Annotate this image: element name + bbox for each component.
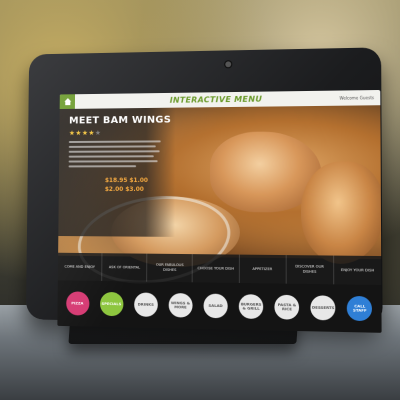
tablet-device: INTERACTIVE MENU Welcome Guests MEET BAM… (25, 47, 383, 333)
description-line (68, 160, 158, 163)
category-label: Specials (101, 300, 122, 306)
category-button-pasta[interactable]: Pasta & rice (274, 294, 300, 320)
category-button-wings[interactable]: Wings & more (168, 293, 193, 318)
menu-item-label: Appetizer (252, 266, 273, 271)
call-staff-button[interactable]: Call staff (347, 295, 373, 322)
category-label: Drinks (137, 301, 154, 307)
category-button-specials[interactable]: Specials (99, 291, 124, 317)
tablet-screen: INTERACTIVE MENU Welcome Guests MEET BAM… (57, 89, 382, 333)
menu-item-label: Come and enjoy (64, 264, 96, 269)
page-title: INTERACTIVE MENU (169, 94, 263, 105)
description-line (68, 140, 161, 143)
menu-item[interactable]: Appetizer (239, 254, 287, 284)
category-label: Desserts (311, 304, 335, 310)
menu-item[interactable]: Come and enjoy (57, 252, 103, 281)
category-label: Salad (208, 302, 223, 308)
category-label: Call staff (352, 302, 367, 313)
description-line (68, 150, 160, 153)
house-icon (63, 98, 71, 106)
menu-item-label: Our fabulous dishes (155, 262, 184, 273)
menu-item-label: Discover our dishes (295, 264, 324, 274)
price-line: $18.95 $1.00 (104, 177, 148, 185)
dish-title: MEET BAM WINGS (68, 114, 172, 127)
category-button-desserts[interactable]: Desserts (310, 295, 336, 321)
description-line (68, 165, 137, 168)
menu-item[interactable]: Ask of oriental (102, 253, 148, 282)
menu-item-label: Ask of oriental (108, 264, 141, 270)
category-button-salad[interactable]: Salad (203, 293, 228, 319)
menu-item[interactable]: Choose your dish (193, 254, 240, 283)
menu-item-label: Enjoy your dish (340, 267, 375, 272)
category-label: Wings & more (170, 299, 191, 310)
category-buttons: Pizza Specials Drinks Wings & more Salad… (57, 280, 382, 333)
description-line (68, 155, 154, 158)
menu-item[interactable]: Enjoy your dish (334, 256, 381, 285)
category-button-pizza[interactable]: Pizza (65, 291, 90, 316)
camera-icon (225, 61, 232, 68)
home-icon[interactable] (59, 94, 76, 110)
food-photo-detail (300, 161, 382, 265)
star-rating: ★★★★★ (69, 129, 102, 137)
category-label: Pizza (71, 300, 84, 306)
menu-item-label: Choose your dish (197, 265, 235, 271)
restaurant-scene: INTERACTIVE MENU Welcome Guests MEET BAM… (0, 0, 400, 400)
category-label: Pasta & rice (277, 301, 297, 312)
category-button-burgers[interactable]: Burgers & grill (238, 294, 264, 320)
menu-item[interactable]: Discover our dishes (286, 255, 335, 285)
price-line: $2.00 $3.00 (104, 186, 144, 193)
category-button-drinks[interactable]: Drinks (133, 292, 158, 317)
menu-item[interactable]: Our fabulous dishes (147, 253, 194, 283)
description-line (68, 145, 156, 148)
star-icon: ★ (94, 129, 102, 137)
header-greeting: Welcome Guests (339, 95, 375, 101)
category-label: Burgers & grill (240, 300, 262, 311)
dish-info-panel: MEET BAM WINGS ★★★★★ $18.95 $1.00 $2.00 … (58, 107, 176, 237)
